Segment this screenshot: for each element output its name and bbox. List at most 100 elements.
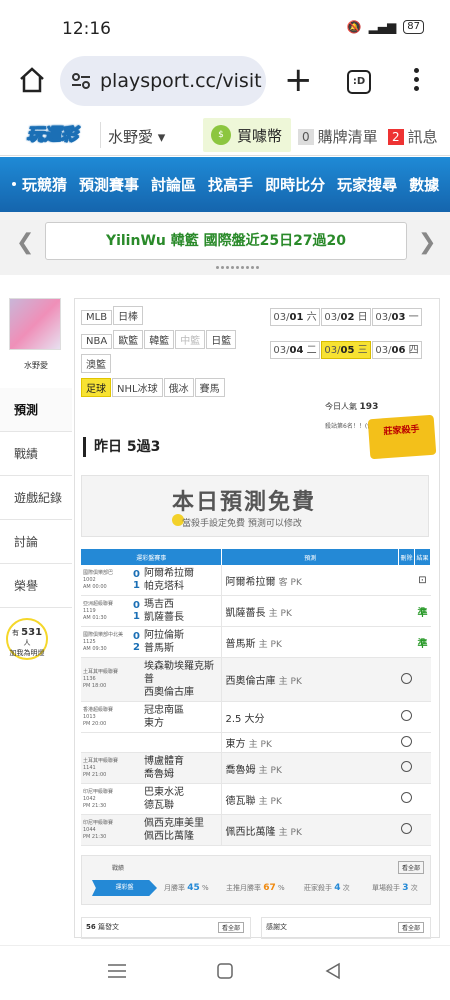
pick: 2.5 大分	[221, 701, 399, 733]
browser-toolbar: playsport.cc/visit + :D	[0, 50, 450, 114]
posts-view-all-button[interactable]: 看全部	[217, 922, 244, 933]
league-tab[interactable]: 日棒	[113, 306, 144, 325]
stats-panel: 戰績 看全部 運彩盤 月勝率 45 % 主推月勝率 67 % 莊家殺手 4 次 …	[81, 855, 431, 905]
sidebar-item-record[interactable]: 戰績	[0, 432, 72, 476]
delete-cell[interactable]	[398, 783, 415, 815]
score	[131, 732, 142, 753]
league-tab[interactable]: 歐籃	[113, 330, 144, 349]
nav-item[interactable]: 數據	[409, 174, 439, 195]
date-tab[interactable]: 03/01 六	[270, 308, 320, 326]
table-row: 國際俱樂部巴 1002 AM 00:00 0 1 阿爾希拉爾 帕克塔科 阿爾希拉爾 客 PK ⊡	[81, 565, 431, 596]
back-icon[interactable]	[324, 962, 342, 980]
teams: 巴東水泥 德瓦聯	[141, 783, 222, 815]
follow-bulb[interactable]: 有 531 人 加我為明燈	[6, 618, 48, 660]
league-tab[interactable]: 日籃	[206, 330, 237, 349]
league-tab[interactable]: 俄冰	[163, 378, 194, 397]
url-text: playsport.cc/visit	[100, 70, 262, 92]
pick: 德瓦聯 主 PK	[221, 783, 399, 815]
league-filter: MLB 日棒 NBA 歐籃 韓籃 中籃 日籃澳籃足球 NHL冰球 俄冰 賽馬	[81, 305, 267, 401]
marquee-text[interactable]: YilinWu 韓籃 國際盤近25日27過20	[45, 222, 407, 260]
posts-label: 篇發文	[97, 923, 119, 931]
nav-item[interactable]: 找高手	[208, 174, 253, 195]
delete-radio[interactable]	[401, 823, 412, 834]
delete-cell[interactable]	[398, 657, 415, 702]
game-info: 土耳其甲級聯賽 1136 PM 18:00	[81, 657, 131, 702]
posts-count: 56	[86, 923, 96, 931]
pick: 凱薩薔長 主 PK	[221, 595, 399, 627]
league-tab[interactable]: 賽馬	[194, 378, 225, 397]
pick: 阿爾希拉爾 客 PK	[221, 565, 399, 596]
delete-radio[interactable]	[401, 710, 412, 721]
site-logo[interactable]: 玩運彩	[6, 120, 98, 150]
new-tab-icon[interactable]: +	[284, 60, 313, 100]
home-nav-icon[interactable]	[216, 962, 234, 980]
overflow-menu-icon[interactable]	[414, 68, 420, 95]
recents-icon[interactable]	[108, 962, 126, 980]
delete-radio[interactable]	[401, 672, 412, 684]
url-bar[interactable]: playsport.cc/visit	[60, 56, 266, 106]
sidebar-item-honor[interactable]: 榮譽	[0, 564, 72, 608]
buy-coins-button[interactable]: $ 買噱幣	[203, 118, 291, 152]
date-tab[interactable]: 03/02 日	[321, 308, 371, 326]
delete-cell[interactable]	[398, 752, 415, 784]
user-menu[interactable]: 水野愛 ▾	[108, 126, 165, 147]
delete-cell[interactable]	[398, 732, 415, 753]
game-info: 印尼甲級聯賽 1042 PM 21:30	[81, 783, 131, 815]
prev-arrow-icon[interactable]: ❮	[16, 230, 34, 255]
mute-icon: 🔕	[346, 20, 362, 34]
teams: 佩西克庫美里 佩西比萬隆	[141, 814, 222, 846]
status-icons: 🔕 ▂▄▆ 87	[347, 20, 424, 34]
delete-cell[interactable]	[398, 814, 415, 846]
sidebar-item-predict[interactable]: 預測	[0, 388, 72, 432]
sidebar-item-discuss[interactable]: 討論	[0, 520, 72, 564]
league-tab[interactable]: 足球	[81, 378, 111, 397]
stat-main-month-win: 主推月勝率 67 %	[226, 883, 285, 893]
table-row: 國際俱樂部中北美 1125 AM 09:30 0 2 阿拉倫斯 普馬斯 普馬斯 主 PK 準	[81, 626, 431, 658]
thanks-view-all-button[interactable]: 看全部	[397, 922, 424, 933]
tab-switcher-icon[interactable]: :D	[347, 70, 371, 94]
pick: 普馬斯 主 PK	[221, 626, 399, 658]
nav-item[interactable]: 討論區	[151, 174, 196, 195]
android-nav-bar	[0, 945, 450, 1000]
marquee: ❮ YilinWu 韓籃 國際盤近25日27過20 ❯	[0, 212, 450, 275]
sidebar-item-game-log[interactable]: 遊戲紀錄	[0, 476, 72, 520]
date-tab[interactable]: 03/03 一	[372, 308, 422, 326]
score	[131, 783, 142, 815]
league-tab[interactable]: 澳籃	[81, 354, 111, 373]
next-arrow-icon[interactable]: ❯	[418, 230, 436, 255]
cart-count: 0	[298, 128, 314, 145]
date-tab[interactable]: 03/04 二	[270, 341, 320, 359]
table-row: 東方 主 PK	[81, 732, 431, 753]
cart-link[interactable]: 0 購牌清單	[298, 126, 378, 147]
game-info: 土耳其甲級聯賽 1141 PM 21:00	[81, 752, 131, 784]
stats-view-all-button[interactable]: 看全部	[397, 861, 424, 874]
score	[131, 657, 142, 702]
carousel-dots	[216, 266, 259, 269]
date-tab[interactable]: 03/06 四	[372, 341, 422, 359]
nav-item[interactable]: 預測賽事	[79, 174, 139, 195]
league-tab[interactable]: NHL冰球	[112, 378, 163, 397]
league-tab[interactable]: MLB	[81, 310, 113, 325]
delete-radio[interactable]	[401, 792, 412, 803]
delete-cell[interactable]	[398, 701, 415, 733]
delete-radio[interactable]	[401, 735, 412, 747]
league-tab[interactable]: 韓籃	[144, 330, 175, 349]
nav-item[interactable]: 玩競猜	[22, 174, 67, 195]
header-result: 結果	[414, 549, 431, 565]
messages-link[interactable]: 2 訊息	[388, 126, 438, 147]
delete-radio[interactable]	[401, 761, 412, 772]
score: 02	[131, 626, 142, 658]
thanks-label: 感謝文	[266, 923, 287, 931]
site-settings-icon[interactable]	[70, 70, 92, 92]
nav-item[interactable]: 即時比分	[265, 174, 325, 195]
date-tab[interactable]: 03/05 三	[321, 341, 371, 359]
game-info: 印尼甲級聯賽 1044 PM 21:30	[81, 814, 131, 846]
battery-icon: 87	[403, 20, 424, 34]
league-tab[interactable]: NBA	[81, 334, 113, 349]
home-icon[interactable]	[18, 66, 46, 94]
league-tab[interactable]: 中籃	[175, 330, 206, 349]
nav-item[interactable]: 玩家搜尋	[337, 174, 397, 195]
stats-tab[interactable]: 運彩盤	[92, 880, 157, 896]
table-row: 香港超級聯賽 1013 PM 20:00 冠忠南區 東方 2.5 大分	[81, 701, 431, 733]
signal-icon: ▂▄▆	[368, 20, 397, 34]
